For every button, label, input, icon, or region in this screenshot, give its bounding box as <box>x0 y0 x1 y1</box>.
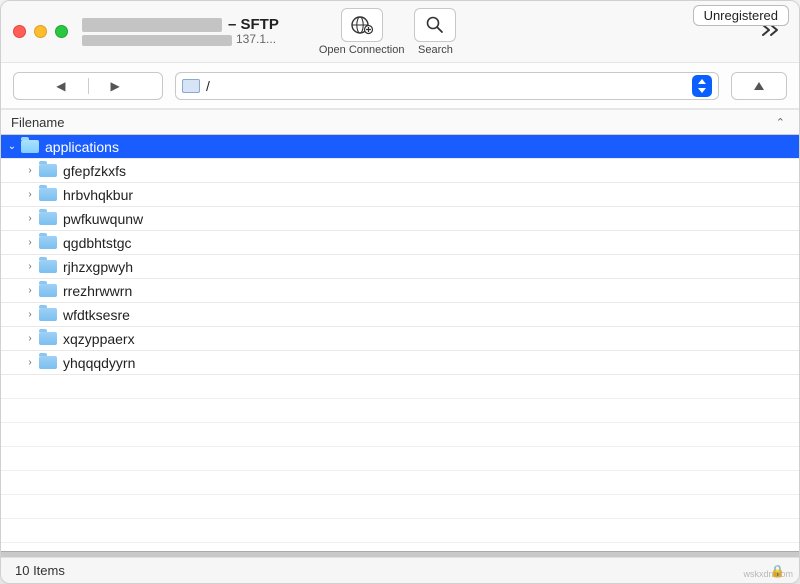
disclosure-collapsed-icon[interactable]: › <box>23 357 37 368</box>
nav-back-button[interactable]: ◀ <box>56 79 65 93</box>
folder-icon <box>39 284 57 297</box>
titlebar: – SFTP 137.1... Open Connection <box>1 1 799 63</box>
disclosure-expanded-icon[interactable]: ⌄ <box>5 141 19 152</box>
open-connection-group: Open Connection <box>319 8 405 56</box>
file-list[interactable]: ⌄ applications › gfepfzkxfs › hrbvhqkbur… <box>1 135 799 551</box>
redacted-title <box>82 18 222 32</box>
window-controls <box>13 25 68 38</box>
folder-icon <box>39 356 57 369</box>
close-button[interactable] <box>13 25 26 38</box>
disclosure-collapsed-icon[interactable]: › <box>23 165 37 176</box>
folder-row[interactable]: › rjhzxgpwyh <box>1 255 799 279</box>
empty-row <box>1 519 799 543</box>
column-filename-label: Filename <box>11 115 64 130</box>
disclosure-collapsed-icon[interactable]: › <box>23 285 37 296</box>
folder-name: xqzyppaerx <box>63 331 135 347</box>
column-header[interactable]: Filename ⌃ <box>1 109 799 135</box>
folder-name: hrbvhqkbur <box>63 187 133 203</box>
folder-icon <box>21 140 39 153</box>
nav-back-forward: ◀ ▶ <box>13 72 163 100</box>
go-up-button[interactable] <box>731 72 787 100</box>
search-button[interactable] <box>414 8 456 42</box>
subtitle-suffix: 137.1... <box>236 33 276 47</box>
folder-icon <box>39 260 57 273</box>
empty-row <box>1 423 799 447</box>
folder-name: pwfkuwqunw <box>63 211 143 227</box>
search-icon <box>425 15 445 35</box>
folder-icon <box>39 164 57 177</box>
folder-icon <box>39 308 57 321</box>
disclosure-collapsed-icon[interactable]: › <box>23 237 37 248</box>
sort-indicator-icon: ⌃ <box>776 116 789 129</box>
disclosure-collapsed-icon[interactable]: › <box>23 309 37 320</box>
path-stepper[interactable] <box>692 75 712 97</box>
disclosure-collapsed-icon[interactable]: › <box>23 261 37 272</box>
zoom-button[interactable] <box>55 25 68 38</box>
status-bar: 10 Items 🔒 <box>1 557 799 583</box>
folder-row[interactable]: › rrezhrwwrn <box>1 279 799 303</box>
disclosure-collapsed-icon[interactable]: › <box>23 189 37 200</box>
title-area: – SFTP 137.1... <box>82 16 279 47</box>
path-toolbar: ◀ ▶ / <box>1 63 799 109</box>
path-text: / <box>206 78 686 94</box>
redacted-subtitle <box>82 35 232 46</box>
item-count-label: 10 Items <box>15 563 65 578</box>
folder-name: qgdbhtstgc <box>63 235 132 251</box>
folder-row-applications[interactable]: ⌄ applications <box>1 135 799 159</box>
empty-row <box>1 495 799 519</box>
volume-icon <box>182 79 200 93</box>
folder-row[interactable]: › pwfkuwqunw <box>1 207 799 231</box>
folder-name: rjhzxgpwyh <box>63 259 133 275</box>
folder-name: rrezhrwwrn <box>63 283 132 299</box>
folder-name: gfepfzkxfs <box>63 163 126 179</box>
triangle-up-icon <box>753 81 765 91</box>
watermark: wskxdn.com <box>743 569 793 579</box>
app-window: – SFTP 137.1... Open Connection <box>0 0 800 584</box>
folder-icon <box>39 236 57 249</box>
folder-icon <box>39 212 57 225</box>
folder-row[interactable]: › xqzyppaerx <box>1 327 799 351</box>
search-label: Search <box>418 44 453 56</box>
folder-icon <box>39 332 57 345</box>
unregistered-badge[interactable]: Unregistered <box>693 5 789 26</box>
empty-row <box>1 399 799 423</box>
folder-name: yhqqqdyyrn <box>63 355 135 371</box>
folder-icon <box>39 188 57 201</box>
folder-name: wfdtksesre <box>63 307 130 323</box>
title-suffix: – SFTP <box>228 16 279 33</box>
empty-row <box>1 447 799 471</box>
search-group: Search <box>414 8 456 56</box>
folder-row[interactable]: › wfdtksesre <box>1 303 799 327</box>
disclosure-collapsed-icon[interactable]: › <box>23 213 37 224</box>
folder-row[interactable]: › hrbvhqkbur <box>1 183 799 207</box>
minimize-button[interactable] <box>34 25 47 38</box>
open-connection-label: Open Connection <box>319 44 405 56</box>
disclosure-collapsed-icon[interactable]: › <box>23 333 37 344</box>
empty-row <box>1 471 799 495</box>
folder-row[interactable]: › yhqqqdyyrn <box>1 351 799 375</box>
folder-row[interactable]: › qgdbhtstgc <box>1 231 799 255</box>
empty-row <box>1 375 799 399</box>
open-connection-button[interactable] <box>341 8 383 42</box>
folder-name: applications <box>45 139 119 155</box>
path-field[interactable]: / <box>175 72 719 100</box>
nav-divider <box>88 78 89 94</box>
folder-row[interactable]: › gfepfzkxfs <box>1 159 799 183</box>
globe-plus-icon <box>350 14 374 36</box>
nav-forward-button[interactable]: ▶ <box>111 79 120 93</box>
